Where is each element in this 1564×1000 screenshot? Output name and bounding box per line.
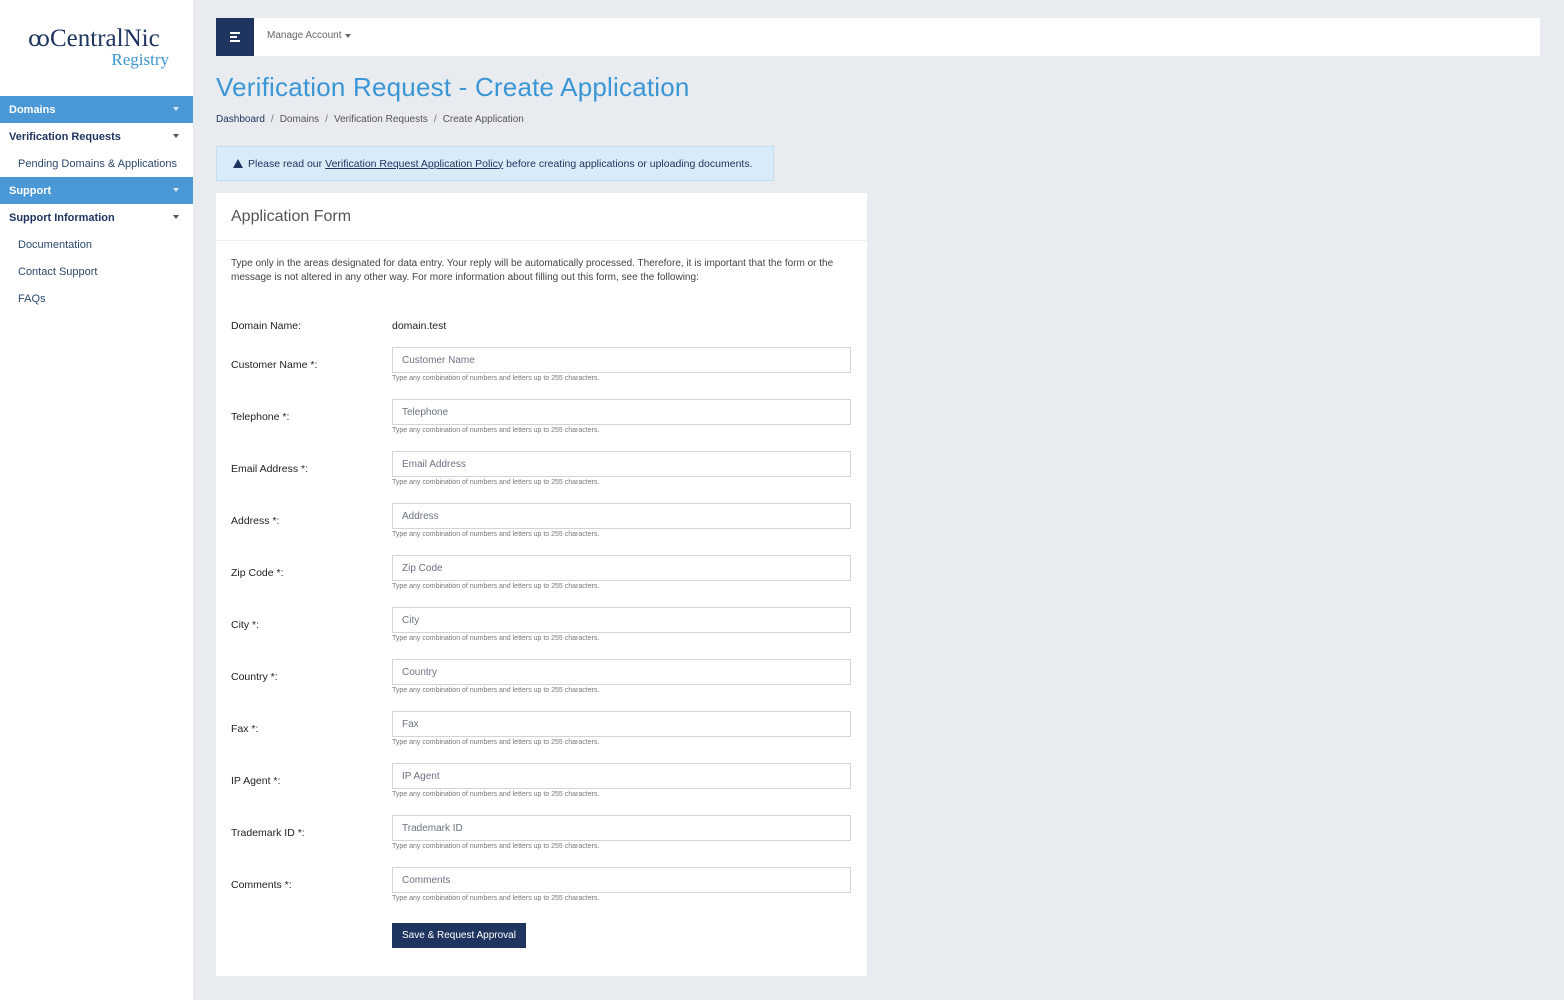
field-label: Email Address *: bbox=[231, 463, 309, 475]
alert-suffix: before creating applications or uploadin… bbox=[506, 157, 753, 170]
chevron-down-icon bbox=[344, 33, 351, 38]
alert-prefix: Please read our bbox=[248, 157, 323, 170]
sidebar-item-label: FAQs bbox=[18, 292, 46, 305]
sidebar-item-label: Verification Requests bbox=[9, 130, 121, 143]
logo-brand: CentralNic bbox=[49, 25, 160, 52]
sidebar-item-documentation[interactable]: Documentation bbox=[0, 231, 193, 258]
policy-link[interactable]: Verification Request Application Policy bbox=[325, 158, 503, 170]
field-label: Zip Code *: bbox=[231, 567, 284, 579]
field-help: Type any combination of numbers and lett… bbox=[392, 479, 600, 486]
sidebar-nav: Domains Verification Requests Pending Do… bbox=[0, 96, 193, 312]
sidebar-item-support-information[interactable]: Support Information bbox=[0, 204, 193, 231]
breadcrumb-separator: / bbox=[270, 114, 274, 125]
zip-code-input[interactable] bbox=[392, 555, 851, 581]
sidebar-item-contact-support[interactable]: Contact Support bbox=[0, 258, 193, 285]
sidebar-item-label: Support Information bbox=[9, 211, 115, 224]
sidebar-item-faqs[interactable]: FAQs bbox=[0, 285, 193, 312]
breadcrumb: Dashboard / Domains / Verification Reque… bbox=[216, 114, 524, 125]
chevron-down-icon bbox=[173, 188, 179, 192]
trademark-id-input[interactable] bbox=[392, 815, 851, 841]
logo-wordmark: ꝏ CentralNic bbox=[28, 26, 173, 52]
field-help: Type any combination of numbers and lett… bbox=[392, 739, 600, 746]
field-help: Type any combination of numbers and lett… bbox=[392, 375, 600, 382]
field-help: Type any combination of numbers and lett… bbox=[392, 531, 600, 538]
menu-toggle-button[interactable] bbox=[216, 18, 254, 56]
breadcrumb-dashboard[interactable]: Dashboard bbox=[216, 114, 265, 125]
sidebar-item-pending-domains[interactable]: Pending Domains & Applications bbox=[0, 150, 193, 177]
breadcrumb-verification-requests[interactable]: Verification Requests bbox=[334, 114, 428, 125]
form-title: Application Form bbox=[216, 193, 867, 241]
sidebar-item-label: Documentation bbox=[18, 238, 92, 251]
field-help: Type any combination of numbers and lett… bbox=[392, 427, 600, 434]
comments-row: Comments *: Type any combination of numb… bbox=[231, 867, 851, 929]
field-help: Type any combination of numbers and lett… bbox=[392, 635, 600, 642]
sidebar-item-label: Pending Domains & Applications bbox=[18, 157, 177, 170]
field-label: IP Agent *: bbox=[231, 775, 281, 787]
sidebar-item-label: Contact Support bbox=[18, 265, 98, 278]
menu-icon bbox=[230, 30, 240, 44]
centralnic-logo[interactable]: ꝏ CentralNic Registry bbox=[28, 26, 173, 72]
field-help: Type any combination of numbers and lett… bbox=[392, 843, 600, 850]
sidebar: ꝏ CentralNic Registry Domains Verificati… bbox=[0, 0, 193, 1000]
chevron-down-icon bbox=[173, 215, 179, 219]
comments-input[interactable] bbox=[392, 867, 851, 893]
sidebar-item-label: Support bbox=[9, 184, 52, 197]
address-input[interactable] bbox=[392, 503, 851, 529]
domain-name-label: Domain Name: bbox=[231, 320, 302, 332]
centralnic-logo-icon: ꝏ bbox=[28, 26, 50, 51]
field-label: Fax *: bbox=[231, 723, 259, 735]
field-help: Type any combination of numbers and lett… bbox=[392, 895, 600, 902]
field-label: Telephone *: bbox=[231, 411, 290, 423]
field-label: City *: bbox=[231, 619, 260, 631]
sidebar-item-verification-requests[interactable]: Verification Requests bbox=[0, 123, 193, 150]
page-title: Verification Request - Create Applicatio… bbox=[216, 72, 690, 102]
breadcrumb-domains[interactable]: Domains bbox=[280, 114, 319, 125]
save-request-approval-button[interactable]: Save & Request Approval bbox=[392, 923, 526, 948]
fax-input[interactable] bbox=[392, 711, 851, 737]
warning-icon bbox=[233, 159, 243, 168]
field-label: Customer Name *: bbox=[231, 359, 318, 371]
city-input[interactable] bbox=[392, 607, 851, 633]
domain-name-value: domain.test bbox=[392, 320, 447, 332]
ip-agent-input[interactable] bbox=[392, 763, 851, 789]
customer-name-input[interactable] bbox=[392, 347, 851, 373]
logo-sub: Registry bbox=[111, 50, 169, 69]
sidebar-item-support[interactable]: Support bbox=[0, 177, 193, 204]
manage-account-dropdown[interactable]: Manage Account bbox=[267, 30, 351, 41]
field-label: Trademark ID *: bbox=[231, 827, 305, 839]
form-intro: Type only in the areas designated for da… bbox=[231, 258, 834, 283]
breadcrumb-create-application: Create Application bbox=[442, 114, 524, 125]
field-help: Type any combination of numbers and lett… bbox=[392, 791, 600, 798]
field-help: Type any combination of numbers and lett… bbox=[392, 687, 600, 694]
field-help: Type any combination of numbers and lett… bbox=[392, 583, 600, 590]
breadcrumb-separator: / bbox=[433, 114, 437, 125]
policy-alert: Please read our Verification Request App… bbox=[216, 146, 774, 181]
telephone-input[interactable] bbox=[392, 399, 851, 425]
country-input[interactable] bbox=[392, 659, 851, 685]
topbar: Manage Account bbox=[216, 18, 1540, 56]
chevron-down-icon bbox=[173, 107, 179, 111]
manage-account-label: Manage Account bbox=[267, 30, 342, 41]
chevron-down-icon bbox=[173, 134, 179, 138]
sidebar-item-label: Domains bbox=[9, 103, 56, 116]
field-label: Address *: bbox=[231, 515, 280, 527]
application-form-card: Application Form Type only in the areas … bbox=[216, 193, 867, 976]
field-label: Country *: bbox=[231, 671, 278, 683]
email-address-input[interactable] bbox=[392, 451, 851, 477]
breadcrumb-separator: / bbox=[325, 114, 328, 125]
sidebar-item-domains[interactable]: Domains bbox=[0, 96, 193, 123]
field-label: Comments *: bbox=[231, 879, 292, 891]
